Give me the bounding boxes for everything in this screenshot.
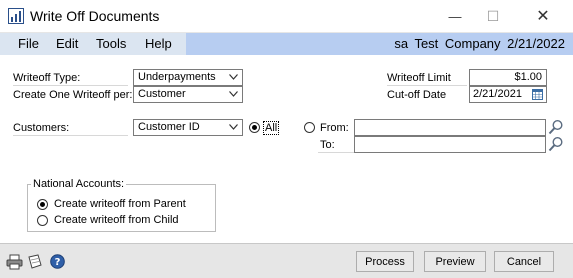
customers-label: Customers: [13,122,70,134]
all-radio[interactable] [249,122,260,133]
limit-separator [387,85,467,86]
cancel-button-label: Cancel [506,255,542,268]
company-name: Test Company [414,36,501,51]
app-icon [8,8,24,24]
printer-icon[interactable] [6,254,24,270]
calendar-icon[interactable] [532,89,543,100]
from-input[interactable] [354,119,546,136]
user-id: sa [394,36,409,51]
form-area: Writeoff Type: Underpayments Create One … [0,55,573,243]
child-radio-label[interactable]: Create writeoff from Child [54,214,179,226]
to-label: To: [320,139,335,151]
preview-button-label: Preview [435,255,475,268]
to-input[interactable] [354,136,546,153]
cutoff-date-input[interactable]: 2/21/2021 [469,86,547,103]
to-lookup-icon[interactable] [548,136,564,152]
create-per-label: Create One Writeoff per: [13,89,133,101]
maximize-button[interactable]: ☐ [470,0,516,32]
close-button[interactable]: ✕ [520,0,566,32]
window-title: Write Off Documents [30,8,160,24]
parent-radio[interactable] [37,199,48,210]
to-separator [318,152,354,153]
writeoff-type-label: Writeoff Type: [13,72,81,84]
bottom-bar: ? Process Preview Cancel [0,243,573,278]
create-per-select[interactable]: Customer [133,86,243,103]
menu-tools[interactable]: Tools [96,36,126,51]
company-info: sa Test Company 2/21/2022 [394,36,565,51]
process-button[interactable]: Process [356,251,414,272]
writeoff-type-value: Underpayments [138,71,216,83]
preview-button[interactable]: Preview [424,251,486,272]
label-separator [13,85,128,86]
cutoff-date-label: Cut-off Date [387,89,447,101]
customers-separator [13,135,128,136]
chevron-down-icon [229,74,238,80]
from-radio[interactable] [304,122,315,133]
svg-text:?: ? [55,257,61,268]
writeoff-limit-label: Writeoff Limit [387,72,451,84]
menu-edit[interactable]: Edit [56,36,78,51]
menu-bar: File Edit Tools Help sa Test Company 2/2… [0,33,573,55]
menu-help[interactable]: Help [145,36,172,51]
child-radio[interactable] [37,215,48,226]
process-button-label: Process [365,255,405,268]
all-radio-label[interactable]: All [263,121,280,135]
from-label: From: [320,122,349,134]
customers-by-select[interactable]: Customer ID [133,119,243,136]
customers-by-value: Customer ID [138,121,200,133]
user-date: 2/21/2022 [507,36,565,51]
title-bar: Write Off Documents — ☐ ✕ [0,0,573,33]
writeoff-type-select[interactable]: Underpayments [133,69,243,86]
chevron-down-icon [229,124,238,130]
note-icon[interactable] [27,254,43,270]
cancel-button[interactable]: Cancel [494,251,554,272]
help-icon[interactable]: ? [50,254,65,269]
cutoff-date-value: 2/21/2021 [473,88,522,100]
from-lookup-icon[interactable] [548,119,564,135]
parent-radio-label[interactable]: Create writeoff from Parent [54,198,186,210]
menu-file[interactable]: File [18,36,39,51]
chevron-down-icon [229,91,238,97]
national-accounts-label: National Accounts: [31,178,127,190]
writeoff-limit-input[interactable]: $1.00 [469,69,547,86]
create-per-value: Customer [138,88,186,100]
